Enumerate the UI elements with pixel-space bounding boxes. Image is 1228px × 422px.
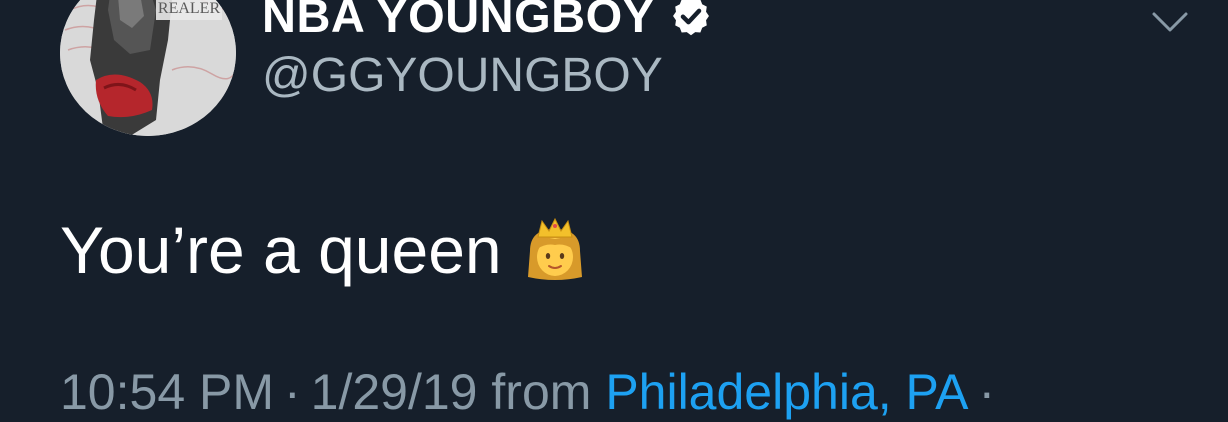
tweet-meta: 10:54 PM · 1/29/19 from Philadelphia, PA · (60, 362, 1005, 422)
display-name[interactable]: NBA YOUNGBOY (262, 0, 655, 44)
princess-emoji-icon (527, 217, 582, 280)
meta-separator-trailing: · (978, 364, 996, 420)
meta-separator: · (284, 364, 301, 420)
user-header: NBA YOUNGBOY (262, 0, 713, 44)
tweet-date[interactable]: 1/29/19 (311, 364, 478, 420)
from-label: from (491, 364, 592, 420)
verified-badge-icon (672, 0, 709, 36)
tweet-time[interactable]: 10:54 PM (60, 364, 274, 420)
tweet-text-content: You’re a queen (60, 213, 502, 287)
user-handle[interactable]: @GGYOUNGBOY (262, 48, 663, 104)
tweet-card: REALER NBA YOUNGBOY @GGYOUNGBOY You’re a… (0, 0, 1228, 420)
avatar-image: REALER (60, 0, 236, 136)
avatar[interactable]: REALER (60, 0, 236, 136)
chevron-down-icon[interactable] (1150, 8, 1190, 38)
avatar-album-text: REALER (158, 0, 221, 17)
tweet-text: You’re a queen (60, 212, 586, 288)
location-link[interactable]: Philadelphia, PA (605, 364, 968, 420)
